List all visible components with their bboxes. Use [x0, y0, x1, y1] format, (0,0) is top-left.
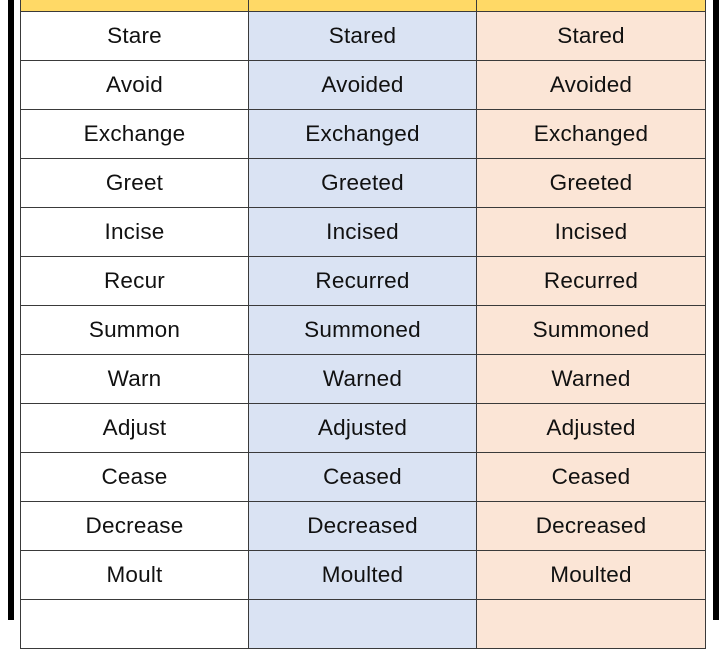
past-participle-cell: Stared	[476, 11, 706, 61]
base-form-cell: Stare	[20, 11, 249, 61]
past-form-cell: Stared	[248, 11, 477, 61]
left-frame-border	[8, 0, 14, 620]
past-participle-cell: Warned	[476, 354, 706, 404]
base-form-cell	[20, 599, 249, 649]
table-row	[20, 599, 706, 649]
base-form-cell: Greet	[20, 158, 249, 208]
past-form-cell: Summoned	[248, 305, 477, 355]
past-participle-cell: Avoided	[476, 60, 706, 110]
past-participle-cell: Adjusted	[476, 403, 706, 453]
verb-forms-table: Stare Stared Stared Avoid Avoided Avoided Exch…	[20, 0, 706, 649]
base-form-cell: Incise	[20, 207, 249, 257]
past-form-cell: Incised	[248, 207, 477, 257]
table-row: Avoid Avoided Avoided	[20, 60, 706, 110]
past-participle-cell: Incised	[476, 207, 706, 257]
past-form-cell: Adjusted	[248, 403, 477, 453]
past-participle-cell	[476, 599, 706, 649]
right-frame-border	[713, 0, 719, 620]
past-form-cell: Greeted	[248, 158, 477, 208]
base-form-cell: Cease	[20, 452, 249, 502]
base-form-cell: Moult	[20, 550, 249, 600]
past-form-cell: Ceased	[248, 452, 477, 502]
past-participle-cell: Ceased	[476, 452, 706, 502]
past-participle-cell: Moulted	[476, 550, 706, 600]
table-row: Recur Recurred Recurred	[20, 256, 706, 306]
table-row: Stare Stared Stared	[20, 11, 706, 61]
base-form-cell: Adjust	[20, 403, 249, 453]
past-form-cell: Warned	[248, 354, 477, 404]
base-form-cell: Warn	[20, 354, 249, 404]
base-form-cell: Summon	[20, 305, 249, 355]
table-row: Incise Incised Incised	[20, 207, 706, 257]
table-row: Decrease Decreased Decreased	[20, 501, 706, 551]
past-form-cell: Recurred	[248, 256, 477, 306]
base-form-cell: Avoid	[20, 60, 249, 110]
past-form-cell	[248, 599, 477, 649]
table-row: Greet Greeted Greeted	[20, 158, 706, 208]
past-participle-cell: Recurred	[476, 256, 706, 306]
past-form-cell: Decreased	[248, 501, 477, 551]
header-cell-past-participle	[476, 0, 706, 12]
past-participle-cell: Decreased	[476, 501, 706, 551]
past-form-cell: Exchanged	[248, 109, 477, 159]
base-form-cell: Decrease	[20, 501, 249, 551]
header-cell-base	[20, 0, 249, 12]
base-form-cell: Exchange	[20, 109, 249, 159]
past-form-cell: Moulted	[248, 550, 477, 600]
base-form-cell: Recur	[20, 256, 249, 306]
table-row: Exchange Exchanged Exchanged	[20, 109, 706, 159]
past-participle-cell: Exchanged	[476, 109, 706, 159]
header-row	[20, 0, 706, 12]
table-row: Moult Moulted Moulted	[20, 550, 706, 600]
table-row: Summon Summoned Summoned	[20, 305, 706, 355]
past-participle-cell: Summoned	[476, 305, 706, 355]
header-cell-past	[248, 0, 477, 12]
table-row: Adjust Adjusted Adjusted	[20, 403, 706, 453]
table-row: Cease Ceased Ceased	[20, 452, 706, 502]
table-row: Warn Warned Warned	[20, 354, 706, 404]
past-participle-cell: Greeted	[476, 158, 706, 208]
past-form-cell: Avoided	[248, 60, 477, 110]
